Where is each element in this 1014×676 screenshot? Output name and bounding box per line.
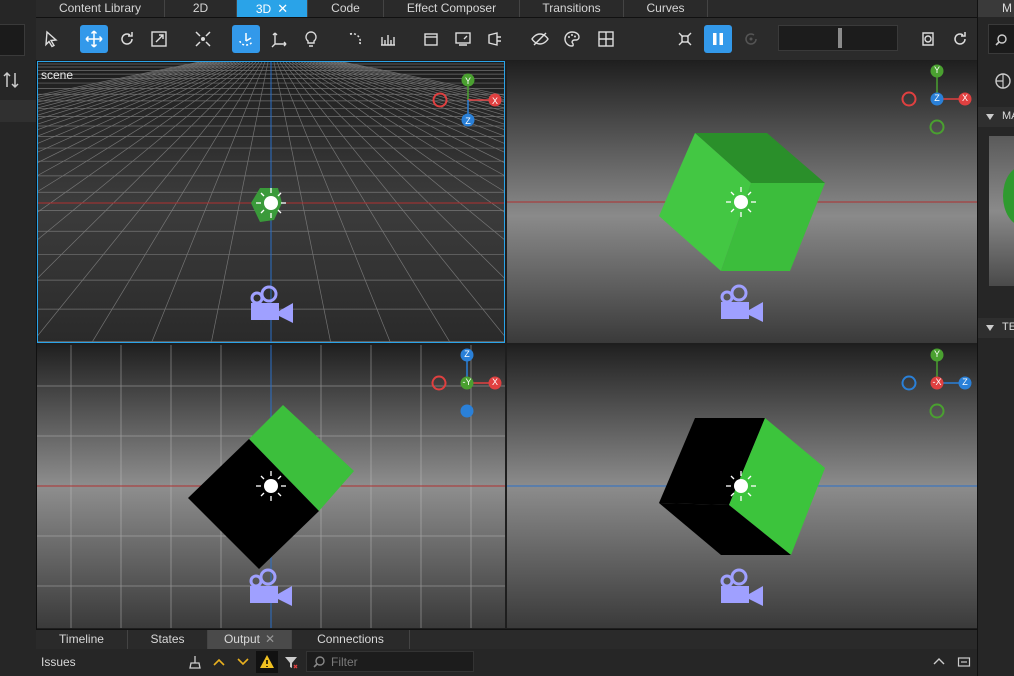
maximize-panel-icon[interactable]: [957, 655, 971, 672]
section-header-material[interactable]: MA: [978, 107, 1014, 127]
tab-label: Code: [331, 1, 360, 15]
tab-label: Content Library: [58, 1, 142, 15]
side-scene-canvas: [507, 345, 977, 628]
reset-icon[interactable]: [946, 25, 974, 53]
gizmo-axis-label[interactable]: Z: [929, 93, 945, 103]
right-panel-search[interactable]: [988, 24, 1014, 54]
tab-connections[interactable]: Connections: [292, 630, 410, 649]
gizmo-axis-label[interactable]: Z: [460, 116, 476, 126]
tab-label: States: [150, 632, 185, 646]
gizmo-axis-label[interactable]: Y: [460, 76, 476, 86]
section-label: TE: [1002, 321, 1014, 333]
tab-2d[interactable]: 2D: [165, 0, 237, 17]
material-sphere-icon[interactable]: [994, 72, 1012, 93]
hide-icon[interactable]: [526, 25, 554, 53]
fit-icon[interactable]: [189, 25, 217, 53]
gizmo-axis-label[interactable]: Z: [459, 349, 475, 359]
ruler-icon[interactable]: [374, 25, 402, 53]
rotate-icon[interactable]: [113, 25, 141, 53]
search-icon: [995, 34, 1007, 46]
tab-states[interactable]: States: [128, 630, 208, 649]
tab-3d[interactable]: 3D ✕: [237, 0, 308, 17]
viewport-side[interactable]: Y -X Z: [507, 345, 977, 628]
left-sidebar-strip: [0, 0, 37, 676]
right-panel-tab[interactable]: M: [978, 0, 1014, 17]
viewport-top[interactable]: Z -Y X: [37, 345, 505, 628]
gizmo-axis-label[interactable]: Y: [929, 65, 945, 75]
tab-label: Transitions: [542, 1, 601, 15]
scale-icon[interactable]: [145, 25, 173, 53]
gizmo-axis-label[interactable]: -Y: [459, 377, 475, 387]
material-preview-thumbnail: [989, 136, 1014, 286]
tab-output[interactable]: Output ✕: [208, 630, 292, 649]
3d-toolbar: [36, 18, 977, 60]
expand-triangle-icon: [986, 114, 994, 120]
left-section-divider: [0, 100, 36, 122]
tab-label: 3D: [255, 2, 272, 16]
warning-filter-button[interactable]: [256, 651, 278, 673]
top-scene-canvas: [37, 345, 505, 628]
viewport-front[interactable]: Y Z X: [507, 61, 977, 343]
tab-code[interactable]: Code: [308, 0, 384, 17]
pause-icon[interactable]: [704, 25, 732, 53]
tab-label: 2D: [192, 1, 209, 15]
gizmo-axis-label[interactable]: X: [487, 96, 503, 106]
filter-input[interactable]: Filter: [306, 651, 474, 672]
warning-icon: [260, 655, 274, 668]
select-all-icon[interactable]: [671, 25, 699, 53]
screen-icon[interactable]: [449, 25, 477, 53]
chevron-down-icon[interactable]: [235, 654, 251, 673]
camera-orbit-icon[interactable]: [232, 25, 260, 53]
issues-label: Issues: [41, 655, 76, 669]
gizmo-axis-label[interactable]: X: [487, 377, 503, 387]
local-orientation-icon[interactable]: [265, 25, 293, 53]
filter-icon[interactable]: [283, 654, 299, 673]
collapse-up-icon[interactable]: [932, 655, 946, 672]
tab-label: Effect Composer: [406, 1, 497, 15]
tab-content-library[interactable]: Content Library: [36, 0, 165, 17]
move-icon[interactable]: [80, 25, 108, 53]
tab-label: Connections: [317, 632, 384, 646]
chevron-up-icon[interactable]: [211, 654, 227, 673]
right-properties-panel: M MA TE: [977, 0, 1014, 676]
editor-tab-bar: Content Library 2D 3D ✕ Code Effect Compo…: [36, 0, 977, 18]
viewport-perspective[interactable]: scene Y X Z: [37, 61, 505, 343]
section-label: MA: [1002, 110, 1014, 122]
gizmo-axis-label[interactable]: X: [957, 93, 973, 103]
tab-label: Timeline: [59, 632, 104, 646]
tab-timeline[interactable]: Timeline: [36, 630, 128, 649]
close-tab-icon[interactable]: ✕: [277, 0, 288, 17]
light-icon[interactable]: [297, 25, 325, 53]
gizmo-axis-label[interactable]: Z: [957, 377, 973, 387]
color-palette-icon[interactable]: [558, 25, 586, 53]
box-icon[interactable]: [417, 25, 445, 53]
front-scene-canvas: [507, 61, 977, 343]
viewport-scene-label: scene: [41, 68, 74, 82]
left-search-box[interactable]: [0, 24, 25, 56]
tab-effect-composer[interactable]: Effect Composer: [384, 0, 520, 17]
search-icon: [313, 656, 325, 668]
grid-icon[interactable]: [592, 25, 620, 53]
gizmo-axis-label[interactable]: -X: [929, 377, 945, 387]
gizmo-axis-label[interactable]: Y: [929, 349, 945, 359]
particles-icon: [737, 25, 765, 53]
camera-view-icon[interactable]: [482, 25, 510, 53]
bottom-panel-tabs: Timeline States Output ✕ Connections: [36, 629, 977, 649]
clear-icon[interactable]: [187, 654, 203, 673]
snap-icon[interactable]: [341, 25, 369, 53]
tab-label: Curves: [646, 1, 685, 15]
issues-toolbar: Issues Filter: [36, 649, 977, 676]
select-pointer-icon[interactable]: [37, 25, 65, 53]
section-header-texture[interactable]: TE: [978, 318, 1014, 338]
sort-icon[interactable]: [2, 70, 20, 93]
expand-triangle-icon: [986, 325, 994, 331]
tab-transitions[interactable]: Transitions: [520, 0, 624, 17]
record-icon[interactable]: [914, 25, 942, 53]
tab-curves[interactable]: Curves: [624, 0, 708, 17]
close-tab-icon[interactable]: ✕: [265, 632, 275, 646]
filter-placeholder: Filter: [331, 655, 358, 669]
perspective-scene-canvas: [38, 62, 504, 342]
tab-label: Output: [223, 632, 260, 646]
slider-handle[interactable]: [838, 28, 842, 48]
